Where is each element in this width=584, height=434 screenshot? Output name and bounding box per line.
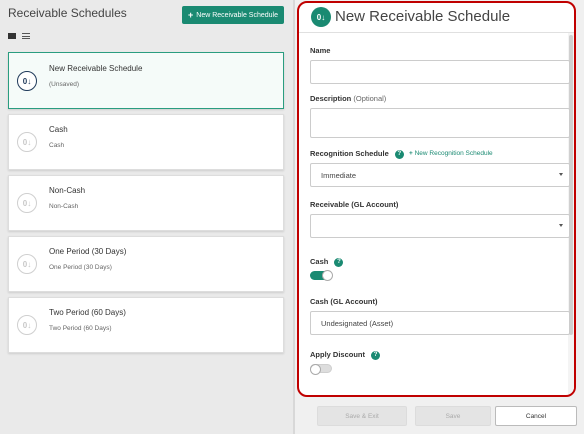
new-button-label: New Receivable Schedule xyxy=(196,11,278,19)
list-item[interactable]: 0↓ Non-Cash Non-Cash xyxy=(8,175,284,231)
save-button[interactable]: Save xyxy=(415,406,491,426)
cash-toggle[interactable] xyxy=(310,270,333,281)
recognition-schedule-label: Recognition Schedule ? xyxy=(310,149,404,159)
svg-text:0↓: 0↓ xyxy=(23,260,31,269)
page-title: Receivable Schedules xyxy=(8,6,127,20)
view-toggle xyxy=(8,33,30,39)
recognition-label-text: Recognition Schedule xyxy=(310,149,389,158)
name-label: Name xyxy=(310,46,331,55)
svg-text:0↓: 0↓ xyxy=(23,77,31,86)
card-subtitle: Non-Cash xyxy=(49,203,79,210)
recognition-schedule-select[interactable]: Immediate xyxy=(310,163,570,187)
schedule-icon: 0↓ xyxy=(17,254,37,274)
grid-view-icon[interactable] xyxy=(8,33,16,39)
schedule-icon: 0↓ xyxy=(17,132,37,152)
form-footer: Save & Exit Save Cancel xyxy=(295,400,584,434)
help-icon[interactable]: ? xyxy=(371,350,381,360)
new-recognition-schedule-link[interactable]: + New Recognition Schedule xyxy=(409,150,493,157)
cancel-button[interactable]: Cancel xyxy=(495,406,577,426)
cash-label-text: Cash xyxy=(310,257,329,266)
apply-discount-label-text: Apply Discount xyxy=(310,350,366,359)
card-title: One Period (30 Days) xyxy=(49,247,127,256)
card-subtitle: One Period (30 Days) xyxy=(49,264,112,271)
plus-icon: + xyxy=(409,150,413,157)
chevron-down-icon xyxy=(559,224,563,227)
schedules-list-pane: Receivable Schedules + New Receivable Sc… xyxy=(0,0,293,434)
card-title: Cash xyxy=(49,125,68,134)
description-label: Description (Optional) xyxy=(310,94,386,103)
list-item[interactable]: 0↓ Cash Cash xyxy=(8,114,284,170)
optional-hint: (Optional) xyxy=(353,94,387,103)
card-title: New Receivable Schedule xyxy=(49,64,143,73)
new-receivable-schedule-button[interactable]: + New Receivable Schedule xyxy=(182,6,284,24)
card-title: Two Period (60 Days) xyxy=(49,308,126,317)
card-subtitle: (Unsaved) xyxy=(49,81,79,88)
schedule-icon: 0↓ xyxy=(17,193,37,213)
new-recognition-link-label: New Recognition Schedule xyxy=(414,150,493,157)
name-field[interactable] xyxy=(310,60,570,84)
chevron-down-icon xyxy=(559,173,563,176)
svg-text:0↓: 0↓ xyxy=(23,138,31,147)
help-icon[interactable]: ? xyxy=(334,257,344,267)
cash-gl-label: Cash (GL Account) xyxy=(310,297,378,306)
apply-discount-label: Apply Discount ? xyxy=(310,350,381,360)
list-item[interactable]: 0↓ Two Period (60 Days) Two Period (60 D… xyxy=(8,297,284,353)
recognition-selected-value: Immediate xyxy=(321,170,357,180)
form-title: New Receivable Schedule xyxy=(335,8,511,25)
edit-pane: 0↓ New Receivable Schedule Name Descript… xyxy=(295,0,584,434)
schedule-icon: 0↓ xyxy=(311,7,331,27)
toggle-knob xyxy=(322,270,333,281)
receivable-gl-select[interactable] xyxy=(310,214,570,238)
svg-text:0↓: 0↓ xyxy=(23,199,31,208)
schedule-form: 0↓ New Receivable Schedule Name Descript… xyxy=(297,1,576,397)
list-view-icon[interactable] xyxy=(22,33,30,39)
form-header: 0↓ New Receivable Schedule xyxy=(299,3,574,33)
receivable-gl-label: Receivable (GL Account) xyxy=(310,200,399,209)
list-item[interactable]: 0↓ One Period (30 Days) One Period (30 D… xyxy=(8,236,284,292)
svg-text:0↓: 0↓ xyxy=(317,13,325,22)
cash-gl-field[interactable]: Undesignated (Asset) xyxy=(310,311,570,335)
list-item[interactable]: 0↓ New Receivable Schedule (Unsaved) xyxy=(8,52,284,109)
toggle-knob xyxy=(310,364,321,375)
svg-text:0↓: 0↓ xyxy=(23,321,31,330)
cash-label: Cash ? xyxy=(310,257,344,267)
help-icon[interactable]: ? xyxy=(394,149,404,159)
card-subtitle: Cash xyxy=(49,142,65,149)
description-label-text: Description xyxy=(310,94,352,103)
schedule-icon: 0↓ xyxy=(17,315,37,335)
card-title: Non-Cash xyxy=(49,186,86,195)
card-subtitle: Two Period (60 Days) xyxy=(49,325,112,332)
plus-icon: + xyxy=(188,10,194,20)
description-field[interactable] xyxy=(310,108,570,138)
schedule-icon: 0↓ xyxy=(17,70,37,91)
apply-discount-toggle[interactable] xyxy=(310,364,332,375)
save-exit-button[interactable]: Save & Exit xyxy=(317,406,407,426)
